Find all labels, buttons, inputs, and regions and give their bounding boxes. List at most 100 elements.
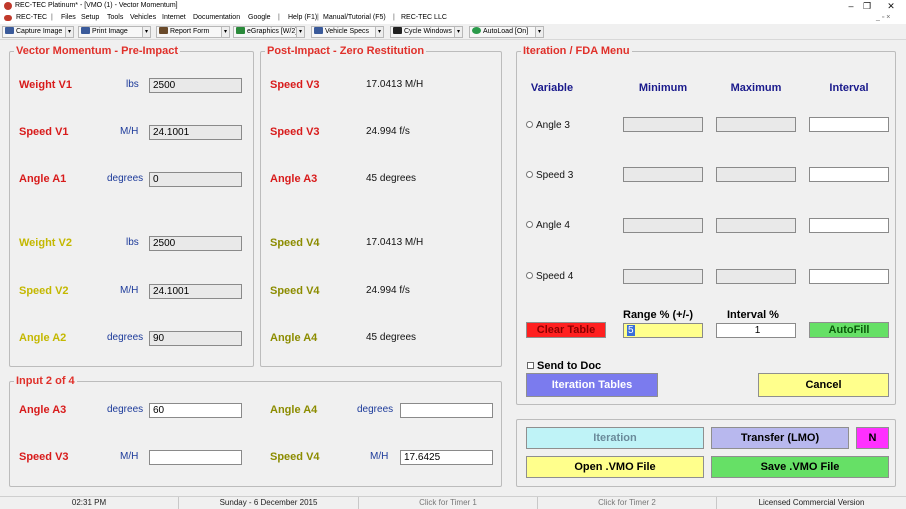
angle4-min-field[interactable] (623, 218, 703, 233)
timer-2-button[interactable]: Click for Timer 2 (538, 497, 717, 509)
save-vmo-button[interactable]: Save .VMO File (711, 456, 889, 478)
dropdown-arrow-icon[interactable]: ▾ (535, 27, 543, 37)
angle4-max-field[interactable] (716, 218, 796, 233)
radio-circle-icon (526, 221, 533, 228)
dropdown-arrow-icon[interactable]: ▾ (142, 27, 150, 37)
angle3-max-field[interactable] (716, 117, 796, 132)
autoload-label: AutoLoad [On] (483, 28, 529, 35)
range-label: Range % (+/-) (623, 309, 693, 321)
input-angle-a4-label: Angle A4 (270, 404, 318, 416)
radio-speed-4[interactable]: Speed 4 (526, 271, 573, 282)
menu-files[interactable]: Files (61, 14, 76, 21)
dropdown-arrow-icon[interactable]: ▾ (375, 27, 383, 37)
report-form-label: Report Form (170, 28, 210, 35)
radio-angle-4[interactable]: Angle 4 (526, 220, 570, 231)
speed-v2-field[interactable]: 24.1001 (149, 284, 242, 299)
weight-v1-field[interactable]: 2500 (149, 78, 242, 93)
weight-v1-label: Weight V1 (19, 79, 72, 91)
post-angle-a3-label: Angle A3 (270, 173, 318, 185)
post-impact-group: Post-Impact - Zero Restitution (260, 45, 502, 367)
autofill-button[interactable]: AutoFill (809, 322, 889, 338)
egraphics-button[interactable]: eGraphics [W/2] ▾ (233, 26, 305, 38)
vehicle-specs-button[interactable]: Vehicle Specs ▾ (311, 26, 384, 38)
menu-tools[interactable]: Tools (107, 14, 123, 21)
weight-v2-field[interactable]: 2500 (149, 236, 242, 251)
menu-help[interactable]: Help (F1) (288, 14, 317, 21)
dropdown-arrow-icon[interactable]: ▾ (221, 27, 229, 37)
angle-a1-field[interactable]: 0 (149, 172, 242, 187)
weight-v1-unit: lbs (126, 79, 139, 90)
iteration-button[interactable]: Iteration (526, 427, 704, 449)
input-speed-v3-label: Speed V3 (19, 451, 69, 463)
menu-internet[interactable]: Internet (162, 14, 186, 21)
print-image-button[interactable]: Print Image ▾ (78, 26, 151, 38)
cycle-windows-button[interactable]: Cycle Windows ▾ (390, 26, 463, 38)
menu-documentation[interactable]: Documentation (193, 14, 240, 21)
post-speed-v3-label: Speed V3 (270, 79, 320, 91)
angle4-interval-field[interactable] (809, 218, 889, 233)
clear-table-button[interactable]: Clear Table (526, 322, 606, 338)
iteration-title: Iteration / FDA Menu (521, 45, 632, 57)
post-angle-a4-value: 45 degrees (366, 332, 417, 343)
checkbox-icon (527, 362, 534, 369)
radio-angle-4-label: Angle 4 (536, 220, 570, 231)
capture-image-label: Capture Image (16, 28, 63, 35)
input-angle-a4-field[interactable] (400, 403, 493, 418)
report-icon (159, 27, 168, 34)
app-icon (4, 2, 12, 10)
interval-percent-field[interactable]: 1 (716, 323, 796, 338)
post-impact-title: Post-Impact - Zero Restitution (265, 45, 427, 57)
angle3-min-field[interactable] (623, 117, 703, 132)
transfer-lmo-button[interactable]: Transfer (LMO) (711, 427, 849, 449)
input-angle-a3-unit: degrees (107, 404, 144, 415)
iteration-tables-button[interactable]: Iteration Tables (526, 373, 658, 397)
input-speed-v3-field[interactable] (149, 450, 242, 465)
input-group-title: Input 2 of 4 (14, 375, 77, 387)
menu-vehicles[interactable]: Vehicles (130, 14, 156, 21)
menu-separator: | (317, 14, 319, 21)
menu-setup[interactable]: Setup (81, 14, 99, 21)
speed4-max-field[interactable] (716, 269, 796, 284)
menu-manual[interactable]: Manual/Tutorial (F5) (323, 14, 386, 21)
n-button[interactable]: N (856, 427, 889, 449)
input-speed-v4-field[interactable]: 17.6425 (400, 450, 493, 465)
speed4-interval-field[interactable] (809, 269, 889, 284)
mdi-controls[interactable]: _ ▫ × (876, 14, 890, 21)
menu-rectec[interactable]: REC-TEC (16, 14, 47, 21)
menu-rectec-llc[interactable]: REC-TEC LLC (401, 14, 447, 21)
input-group: Input 2 of 4 (9, 375, 502, 487)
title-bar: REC-TEC Platinum* - [VMO (1) - Vector Mo… (0, 0, 906, 13)
capture-image-button[interactable]: Capture Image ▾ (2, 26, 74, 38)
dropdown-arrow-icon[interactable]: ▾ (296, 27, 304, 37)
radio-angle-3[interactable]: Angle 3 (526, 120, 570, 131)
angle3-interval-field[interactable] (809, 117, 889, 132)
range-value: 5 (627, 325, 635, 336)
speed4-min-field[interactable] (623, 269, 703, 284)
speed-v1-field[interactable]: 24.1001 (149, 125, 242, 140)
cancel-button[interactable]: Cancel (758, 373, 889, 397)
autoload-button[interactable]: AutoLoad [On] ▾ (469, 26, 544, 38)
send-to-doc-checkbox[interactable]: Send to Doc (527, 360, 601, 372)
speed3-max-field[interactable] (716, 167, 796, 182)
post-speed-v3-fs-label: Speed V3 (270, 126, 320, 138)
speed3-min-field[interactable] (623, 167, 703, 182)
pre-impact-title: Vector Momentum - Pre-Impact (14, 45, 180, 57)
dropdown-arrow-icon[interactable]: ▾ (454, 27, 462, 37)
range-field[interactable]: 5 (623, 323, 703, 338)
angle-a2-field[interactable]: 90 (149, 331, 242, 346)
weight-v2-label: Weight V2 (19, 237, 72, 249)
radio-speed-3[interactable]: Speed 3 (526, 170, 573, 181)
dropdown-arrow-icon[interactable]: ▾ (65, 27, 73, 37)
open-vmo-button[interactable]: Open .VMO File (526, 456, 704, 478)
speed3-interval-field[interactable] (809, 167, 889, 182)
input-speed-v4-unit: M/H (370, 451, 389, 462)
close-button[interactable]: ✕ (876, 0, 906, 13)
input-angle-a3-field[interactable]: 60 (149, 403, 242, 418)
report-form-button[interactable]: Report Form ▾ (156, 26, 230, 38)
menu-separator: | (51, 14, 53, 21)
menu-google[interactable]: Google (248, 14, 271, 21)
radio-circle-icon (526, 272, 533, 279)
app-window: REC-TEC Platinum* - [VMO (1) - Vector Mo… (0, 0, 906, 509)
timer-1-button[interactable]: Click for Timer 1 (359, 497, 538, 509)
post-speed-v4-fs-value: 24.994 f/s (366, 285, 410, 296)
